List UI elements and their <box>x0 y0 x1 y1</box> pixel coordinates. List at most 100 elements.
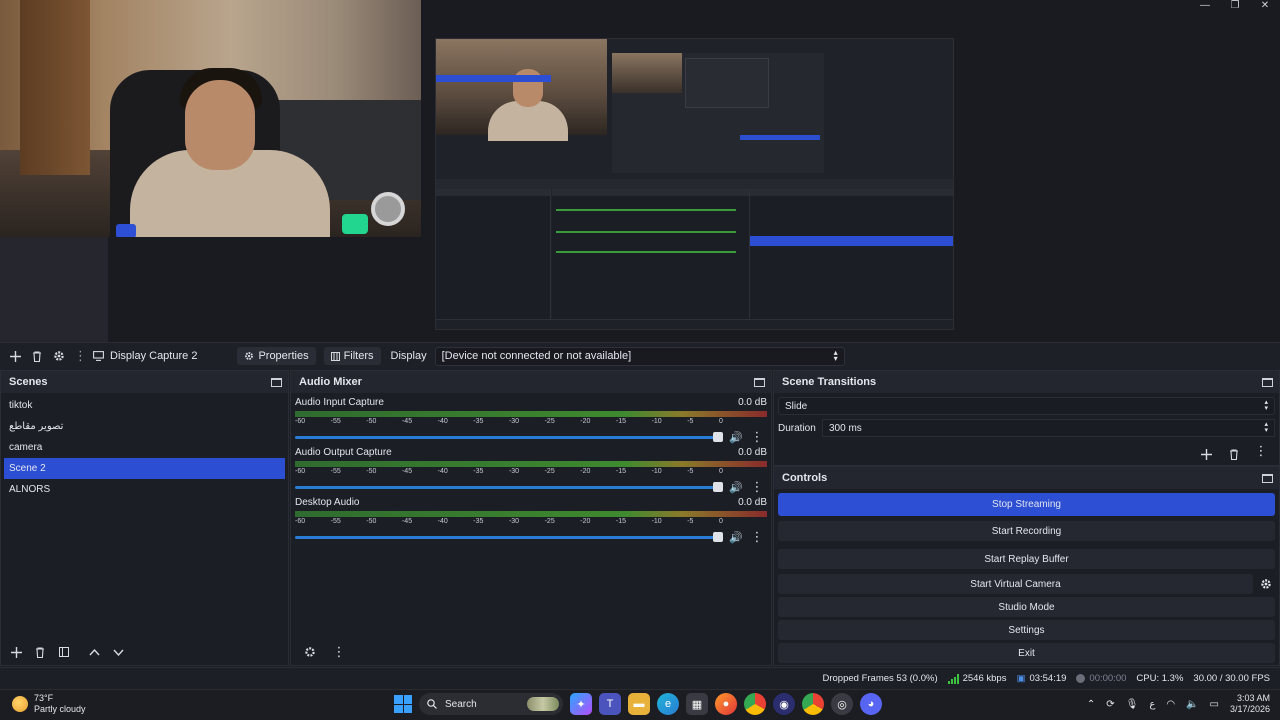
audio-mixer-dock: Audio Mixer Audio Input Capture 0.0 dB -… <box>290 370 772 666</box>
copilot-icon[interactable]: ✦ <box>570 693 592 715</box>
scene-transitions-dock: Scene Transitions Slide ▴ ▾ Duration 300 … <box>773 370 1280 466</box>
more-options-icon[interactable]: ⋮ <box>329 644 349 660</box>
channel-db: 0.0 dB <box>738 497 767 508</box>
transition-select[interactable]: Slide ▴ ▾ <box>778 397 1275 415</box>
volume-meter <box>295 411 767 417</box>
popout-icon[interactable] <box>754 377 765 387</box>
meter-ticks: -60 -55 -50 -45 -40 -35 -30 -25 -20 -15 -10 -5 0 <box>295 418 723 425</box>
add-transition-icon[interactable] <box>1195 443 1217 465</box>
controls-title: Controls <box>782 472 828 484</box>
edge-icon[interactable]: e <box>657 693 679 715</box>
trash-icon[interactable] <box>26 345 48 367</box>
wifi-icon[interactable]: ◠ <box>1166 699 1175 710</box>
volume-slider[interactable] <box>295 481 723 492</box>
windows-start-icon[interactable] <box>394 695 412 713</box>
chevron-down-icon[interactable] <box>107 641 129 663</box>
obs-app-icon[interactable]: ◉ <box>773 693 795 715</box>
close-button[interactable]: ✕ <box>1250 0 1280 14</box>
filter-icon <box>330 351 340 361</box>
taskbar-search[interactable]: Search <box>419 693 563 715</box>
scene-item-camera[interactable]: camera <box>1 437 288 458</box>
settings-button[interactable]: Settings <box>778 620 1275 640</box>
more-options-icon[interactable]: ⋮ <box>747 529 767 545</box>
weather-widget[interactable]: 73°F Partly cloudy <box>12 693 86 715</box>
volume-icon[interactable]: 🔈 <box>1186 699 1198 710</box>
scene-transitions-title: Scene Transitions <box>782 376 877 388</box>
trash-icon[interactable] <box>1223 443 1245 465</box>
filters-button[interactable]: Filters <box>323 347 381 365</box>
popout-icon[interactable] <box>271 377 282 387</box>
obs-studio-icon[interactable]: ◎ <box>831 693 853 715</box>
teams-icon[interactable]: T <box>599 693 621 715</box>
monitor-icon <box>93 351 104 361</box>
duration-input[interactable]: 300 ms ▴ ▾ <box>822 419 1275 437</box>
scenes-title: Scenes <box>9 376 48 388</box>
volume-meter <box>295 461 767 467</box>
keyboard-language-icon[interactable]: ع <box>1149 699 1155 710</box>
status-bar: Dropped Frames 53 (0.0%) 2546 kbps ▣ 03:… <box>0 667 1280 689</box>
battery-icon[interactable]: ▭ <box>1210 699 1219 710</box>
start-replay-buffer-button[interactable]: Start Replay Buffer <box>778 549 1275 569</box>
store-icon[interactable]: ▦ <box>686 693 708 715</box>
more-options-icon[interactable]: ⋮ <box>74 348 87 364</box>
speaker-icon[interactable]: 🔊 <box>725 481 747 494</box>
properties-button[interactable]: Properties <box>237 347 316 365</box>
meter-ticks: -60 -55 -50 -45 -40 -35 -30 -25 -20 -15 -10 -5 0 <box>295 518 723 525</box>
advanced-audio-icon[interactable] <box>299 641 321 663</box>
speaker-icon[interactable]: 🔊 <box>725 531 747 544</box>
clock[interactable]: 3:03 AM 3/17/2026 <box>1230 693 1270 715</box>
selected-source: Display Capture 2 <box>93 350 197 362</box>
mixer-channel: Audio Input Capture 0.0 dB -60 -55 -50 -45-… <box>291 393 771 444</box>
webcam-feed <box>0 0 421 237</box>
display-select[interactable]: [Device not connected or not available] … <box>434 346 845 366</box>
maximize-button[interactable]: ❐ <box>1220 0 1250 14</box>
add-source-icon[interactable] <box>4 345 26 367</box>
scene-item-tiktok[interactable]: tiktok <box>1 395 288 416</box>
display-capture-preview <box>435 38 954 330</box>
scene-item-arabic[interactable]: تصوير مقاطع <box>1 416 288 437</box>
discord-icon[interactable]: ◕ <box>860 693 882 715</box>
gear-icon <box>245 352 254 360</box>
bitrate-status: 2546 kbps <box>947 673 1006 684</box>
system-tray: ⌃ ⟳ 🎙 ع ◠ 🔈 ▭ 3:03 AM 3/17/2026 <box>1087 693 1270 715</box>
start-recording-button[interactable]: Start Recording <box>778 521 1275 541</box>
gear-icon[interactable] <box>48 345 70 367</box>
minimize-button[interactable]: — <box>1190 0 1220 14</box>
scene-item-alnors[interactable]: ALNORS <box>1 479 288 500</box>
channel-db: 0.0 dB <box>738 447 767 458</box>
duration-label: Duration <box>778 422 816 434</box>
chrome-profile-icon[interactable] <box>802 693 824 715</box>
scenes-dock: Scenes tiktok تصوير مقاطع camera Scene 2… <box>0 370 289 666</box>
volume-slider[interactable] <box>295 431 723 442</box>
stepper-icon[interactable]: ▴ ▾ <box>1264 421 1268 434</box>
source-name-label: Display Capture 2 <box>110 350 198 362</box>
more-options-icon[interactable]: ⋮ <box>1251 443 1271 465</box>
chevron-up-icon[interactable]: ⌃ <box>1087 699 1095 710</box>
firefox-icon[interactable]: ● <box>715 693 737 715</box>
start-virtual-camera-button[interactable]: Start Virtual Camera <box>778 574 1277 594</box>
virtual-camera-gear-icon[interactable] <box>1255 574 1277 594</box>
studio-mode-button[interactable]: Studio Mode <box>778 597 1275 617</box>
scene-filters-icon[interactable] <box>53 641 75 663</box>
search-highlight-image <box>527 697 559 711</box>
exit-button[interactable]: Exit <box>778 643 1275 663</box>
audio-mixer-title: Audio Mixer <box>299 376 362 388</box>
trash-icon[interactable] <box>29 641 51 663</box>
sync-icon[interactable]: ⟳ <box>1106 699 1114 710</box>
popout-icon[interactable] <box>1262 473 1273 483</box>
microphone-icon[interactable]: 🎙 <box>1126 699 1139 710</box>
chevron-up-icon[interactable] <box>83 641 105 663</box>
scene-item-scene-2[interactable]: Scene 2 <box>4 458 285 479</box>
fps-status: 30.00 / 30.00 FPS <box>1193 673 1270 684</box>
stop-streaming-button[interactable]: Stop Streaming <box>778 493 1275 516</box>
chrome-icon[interactable] <box>744 693 766 715</box>
speaker-icon[interactable]: 🔊 <box>725 431 747 444</box>
broadcast-icon: ▣ <box>1016 673 1026 684</box>
volume-slider[interactable] <box>295 531 723 542</box>
weather-condition: Partly cloudy <box>34 704 86 714</box>
file-explorer-icon[interactable]: ▬ <box>628 693 650 715</box>
channel-name: Audio Input Capture <box>295 397 384 408</box>
signal-bars-icon <box>947 673 959 684</box>
popout-icon[interactable] <box>1262 377 1273 387</box>
add-scene-icon[interactable] <box>5 641 27 663</box>
